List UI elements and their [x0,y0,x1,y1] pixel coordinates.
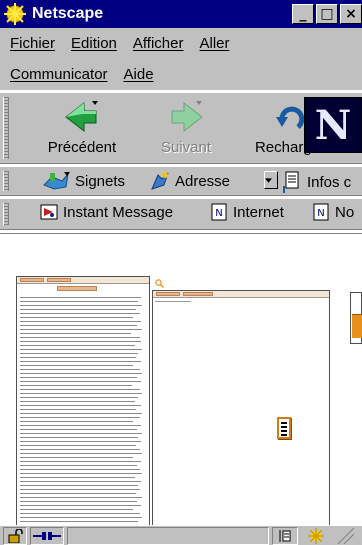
svg-text:N: N [215,208,222,219]
title-bar: Netscape _ □ × [0,0,362,28]
forward-label: Suivant [160,139,212,156]
instant-message-button[interactable]: Instant Message [40,203,173,221]
svg-text:N: N [317,208,324,219]
minimize-button[interactable]: _ [292,4,314,24]
toolbar-grip[interactable] [3,203,9,225]
instant-message-icon [40,204,58,220]
page-info-icon [283,171,299,193]
menu-edition[interactable]: Edition [71,35,117,52]
menu-bar: Fichier Edition Afficher Aller Communica… [0,28,362,90]
address-icon [151,172,169,190]
bookmarks-label: Signets [75,172,126,190]
maximize-button[interactable]: □ [316,4,338,24]
bookmarks-button[interactable]: Signets [42,171,125,191]
personal-toolbar: Instant Message N Internet N No [0,198,362,230]
navigation-toolbar: Précédent Suivant Recharger N [0,92,362,164]
toolbar-grip[interactable] [3,97,9,159]
page-content[interactable] [0,233,362,525]
close-button[interactable]: × [340,4,362,24]
address-label: Adresse [175,172,231,190]
status-bar [0,525,362,545]
resize-grip-icon[interactable] [334,527,362,545]
document-preview-left[interactable] [16,276,150,525]
page-info-button[interactable]: Infos c [282,171,351,193]
toolbar-grip[interactable] [3,171,9,191]
location-toolbar: Signets Adresse Infos c [0,166,362,196]
back-arrow-icon [65,101,98,133]
menu-aller[interactable]: Aller [199,35,229,52]
forward-button[interactable]: Suivant [136,99,236,156]
navigator-star-icon[interactable] [301,527,331,545]
bookmarks-icon [43,172,70,190]
magnifier-icon [155,279,164,288]
document-preview-right[interactable] [152,290,330,525]
menu-communicator[interactable]: Communicator [10,66,108,83]
address-field-label: Adresse [150,171,230,191]
component-bar-icon[interactable] [272,526,298,545]
security-lock-icon[interactable] [3,526,27,545]
back-label: Précédent [47,139,117,156]
status-text [67,526,269,545]
page-info-label: Infos c [307,173,352,191]
menu-afficher[interactable]: Afficher [133,35,184,52]
dropdown-arrow-icon [264,171,278,189]
address-dropdown[interactable] [264,171,278,189]
personal-link-label: No [335,203,355,221]
netscape-logo[interactable]: N [304,97,362,153]
page-loading-icon [277,417,291,439]
personal-link-button[interactable]: N No [312,203,354,221]
menu-fichier[interactable]: Fichier [10,35,55,52]
menu-aide[interactable]: Aide [124,66,154,83]
window-title: Netscape [32,5,104,22]
instant-message-label: Instant Message [63,203,174,221]
back-button[interactable]: Précédent [32,99,132,156]
sidebar-tab[interactable] [352,314,362,338]
connection-plug-icon[interactable] [30,526,64,545]
forward-arrow-icon [171,101,203,133]
internet-bookmark-icon: N [211,203,227,221]
netscape-app-icon[interactable] [4,3,26,25]
internet-label: Internet [233,203,284,221]
personal-bookmark-icon: N [313,203,329,221]
internet-button[interactable]: N Internet [210,203,284,221]
